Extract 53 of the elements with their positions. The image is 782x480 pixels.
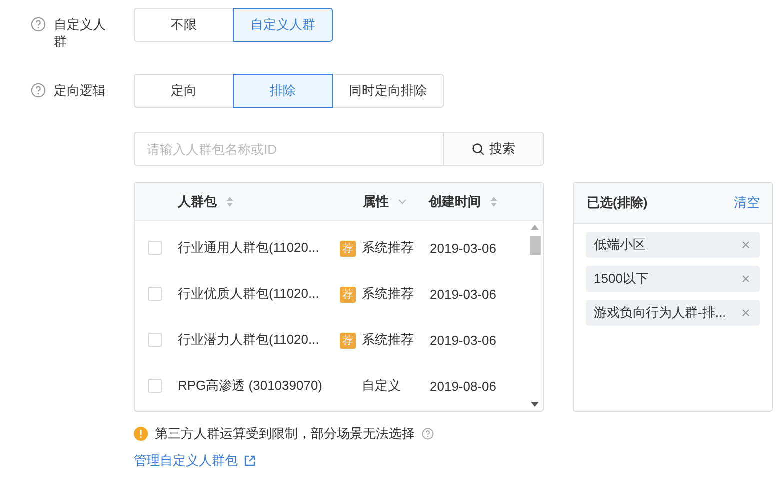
table-cell-text: 系统推荐 [362,239,415,257]
column-header[interactable]: 创建时间 [429,192,481,210]
close-icon[interactable] [742,241,750,249]
table-cell-text: 自定义 [362,377,402,395]
option-button[interactable]: 不限 [134,8,234,42]
search-button[interactable]: 搜索 [444,132,544,166]
column-header[interactable]: 属性 [363,192,389,210]
table-cell-text: RPG高渗透 (301039070) [178,377,324,395]
warning-icon [134,427,148,441]
table-cell-text: 行业潜力人群包(11020... [178,331,320,349]
search-field[interactable]: 请输入人群包名称或ID [134,132,444,166]
table-cell: 2019-08-06 [430,378,496,394]
tag-label: 低端小区 [594,236,646,254]
close-icon[interactable] [742,275,750,283]
option-button[interactable]: 同时定向排除 [332,74,444,108]
tag-label: 游戏负向行为人群-排... [594,304,726,322]
option-button[interactable]: 排除 [233,74,333,108]
sort-icon[interactable] [490,196,498,208]
help-icon [31,17,46,32]
recommend-badge: 荐 [340,240,356,256]
help-icon[interactable] [422,428,434,440]
search-icon [472,142,484,156]
checkbox[interactable] [148,379,162,393]
recommend-badge: 荐 [340,286,356,302]
option-button[interactable]: 定向 [134,74,234,108]
chevron-down-icon[interactable] [398,198,407,204]
checkbox[interactable] [148,287,162,301]
table-cell-text: 系统推荐 [362,331,415,349]
panel-title: 已选(排除) [587,194,648,212]
notice-text: 第三方人群运算受到限制，部分场景无法选择 [155,425,415,443]
column-header[interactable]: 人群包 [178,192,217,210]
close-icon[interactable] [742,309,750,317]
scroll-up-icon[interactable] [531,225,539,230]
table-cell-text: 系统推荐 [362,285,415,303]
table-cell-text: 行业优质人群包(11020... [178,285,320,303]
field-label: 定向逻辑 [54,82,107,99]
tag-label: 1500以下 [594,270,649,288]
recommend-badge: 荐 [340,332,356,348]
field-label: 自定义人群 [54,16,107,50]
help-icon [31,83,46,98]
sort-icon[interactable] [226,196,234,208]
table-cell: 2019-03-06 [430,332,496,348]
scroll-down-icon[interactable] [531,402,539,407]
option-button[interactable]: 自定义人群 [233,8,333,42]
scrollbar-thumb[interactable] [530,236,540,255]
table-cell: 2019-03-06 [430,286,496,302]
external-link-icon [244,455,256,467]
manage-link[interactable]: 管理自定义人群包 [134,452,256,470]
checkbox[interactable] [148,241,162,255]
table-cell-text: 行业通用人群包(11020... [178,239,320,257]
clear-link[interactable]: 清空 [734,194,760,212]
table-cell: 2019-03-06 [430,240,496,256]
checkbox[interactable] [148,333,162,347]
